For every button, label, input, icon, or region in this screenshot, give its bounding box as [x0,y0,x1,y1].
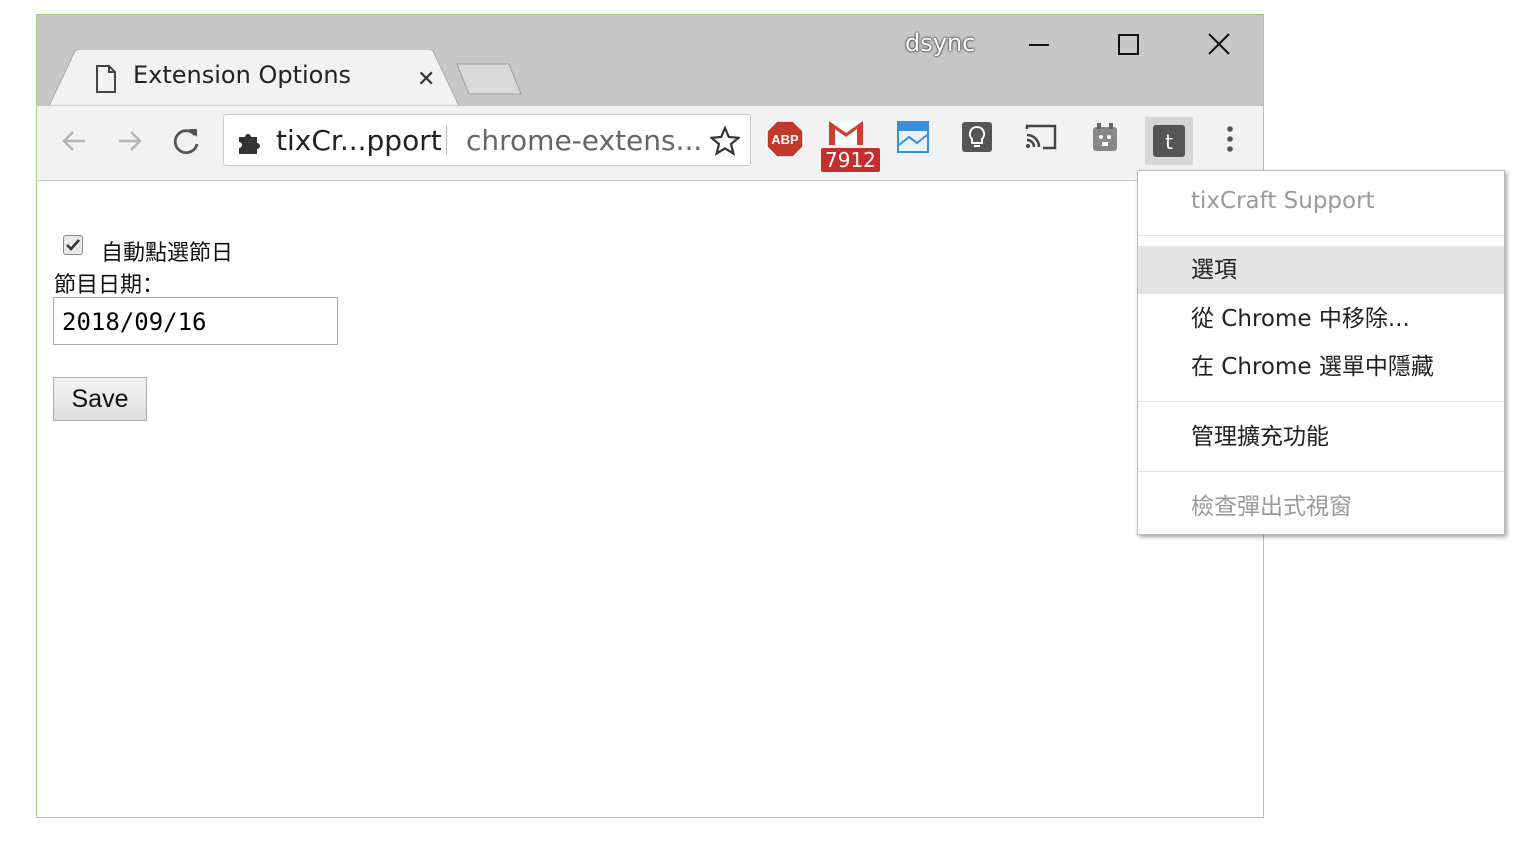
chrome-menu-button[interactable] [1215,119,1255,159]
save-button[interactable]: Save [53,377,147,421]
toolbar: tixCr...pport chrome-extens... ABP 7912 … [37,106,1263,181]
tixcraft-extension-button[interactable]: t [1145,117,1193,165]
tixcraft-icon: t [1153,125,1185,157]
plug-extension-icon[interactable] [1087,119,1127,159]
back-arrow-icon [62,131,85,151]
close-icon [1208,33,1230,55]
menu-divider [1138,471,1504,472]
lightbulb-extension-icon[interactable] [959,119,999,159]
page-icon [95,65,117,97]
minimize-icon [1029,44,1049,46]
auto-select-label: 自動點選節日 [101,241,234,266]
omnibox-divider [446,125,447,155]
menu-item-inspect-popup: 檢查彈出式視窗 [1191,494,1352,520]
kebab-menu-icon [1227,126,1233,152]
auto-select-checkbox[interactable] [63,235,83,255]
forward-arrow-icon [119,131,142,151]
back-button[interactable] [59,126,89,160]
extension-context-menu: tixCraft Support 選項 從 Chrome 中移除... 在 Ch… [1137,170,1505,535]
adblock-plus-icon[interactable]: ABP [765,119,805,159]
omnibox-url[interactable]: chrome-extens... [466,124,702,157]
puzzle-icon [236,129,262,159]
omnibox[interactable]: tixCr...pport chrome-extens... [223,114,751,166]
gmail-unread-badge: 7912 [821,148,880,172]
omnibox-extension-name: tixCr...pport [276,124,442,157]
maximize-icon [1118,34,1139,55]
tab-title: Extension Options [133,61,352,89]
menu-header: tixCraft Support [1191,188,1375,214]
title-bar: Extension Options ✕ dsync [37,15,1263,106]
close-tab-icon[interactable]: ✕ [417,67,435,92]
tab-extension-options[interactable]: Extension Options ✕ [49,49,459,106]
menu-item-remove[interactable]: 從 Chrome 中移除... [1138,295,1504,343]
abp-label: ABP [771,132,799,147]
reload-icon [173,129,199,154]
maximize-button[interactable] [1111,29,1151,63]
menu-item-options[interactable]: 選項 [1138,246,1504,294]
menu-divider [1138,401,1504,402]
tixcraft-letter: t [1165,130,1173,154]
forward-button[interactable] [115,126,145,160]
profile-name[interactable]: dsync [905,29,975,57]
close-window-button[interactable] [1201,29,1241,63]
checkmark-icon [66,239,80,251]
date-input[interactable]: 2018/09/16 [53,297,338,345]
browser-window: Extension Options ✕ dsync tixCr...pport … [36,14,1264,818]
bookmark-star-icon[interactable] [708,125,742,160]
date-label: 節目日期： [54,273,165,298]
reload-button[interactable] [171,126,201,160]
menu-item-manage-extensions[interactable]: 管理擴充功能 [1138,413,1504,461]
minimize-button[interactable] [1021,29,1061,63]
window-extension-icon[interactable] [895,119,935,159]
new-tab-button[interactable] [455,62,525,96]
menu-item-hide[interactable]: 在 Chrome 選單中隱藏 [1138,343,1504,391]
cast-icon[interactable] [1023,119,1063,159]
menu-divider [1138,235,1504,236]
